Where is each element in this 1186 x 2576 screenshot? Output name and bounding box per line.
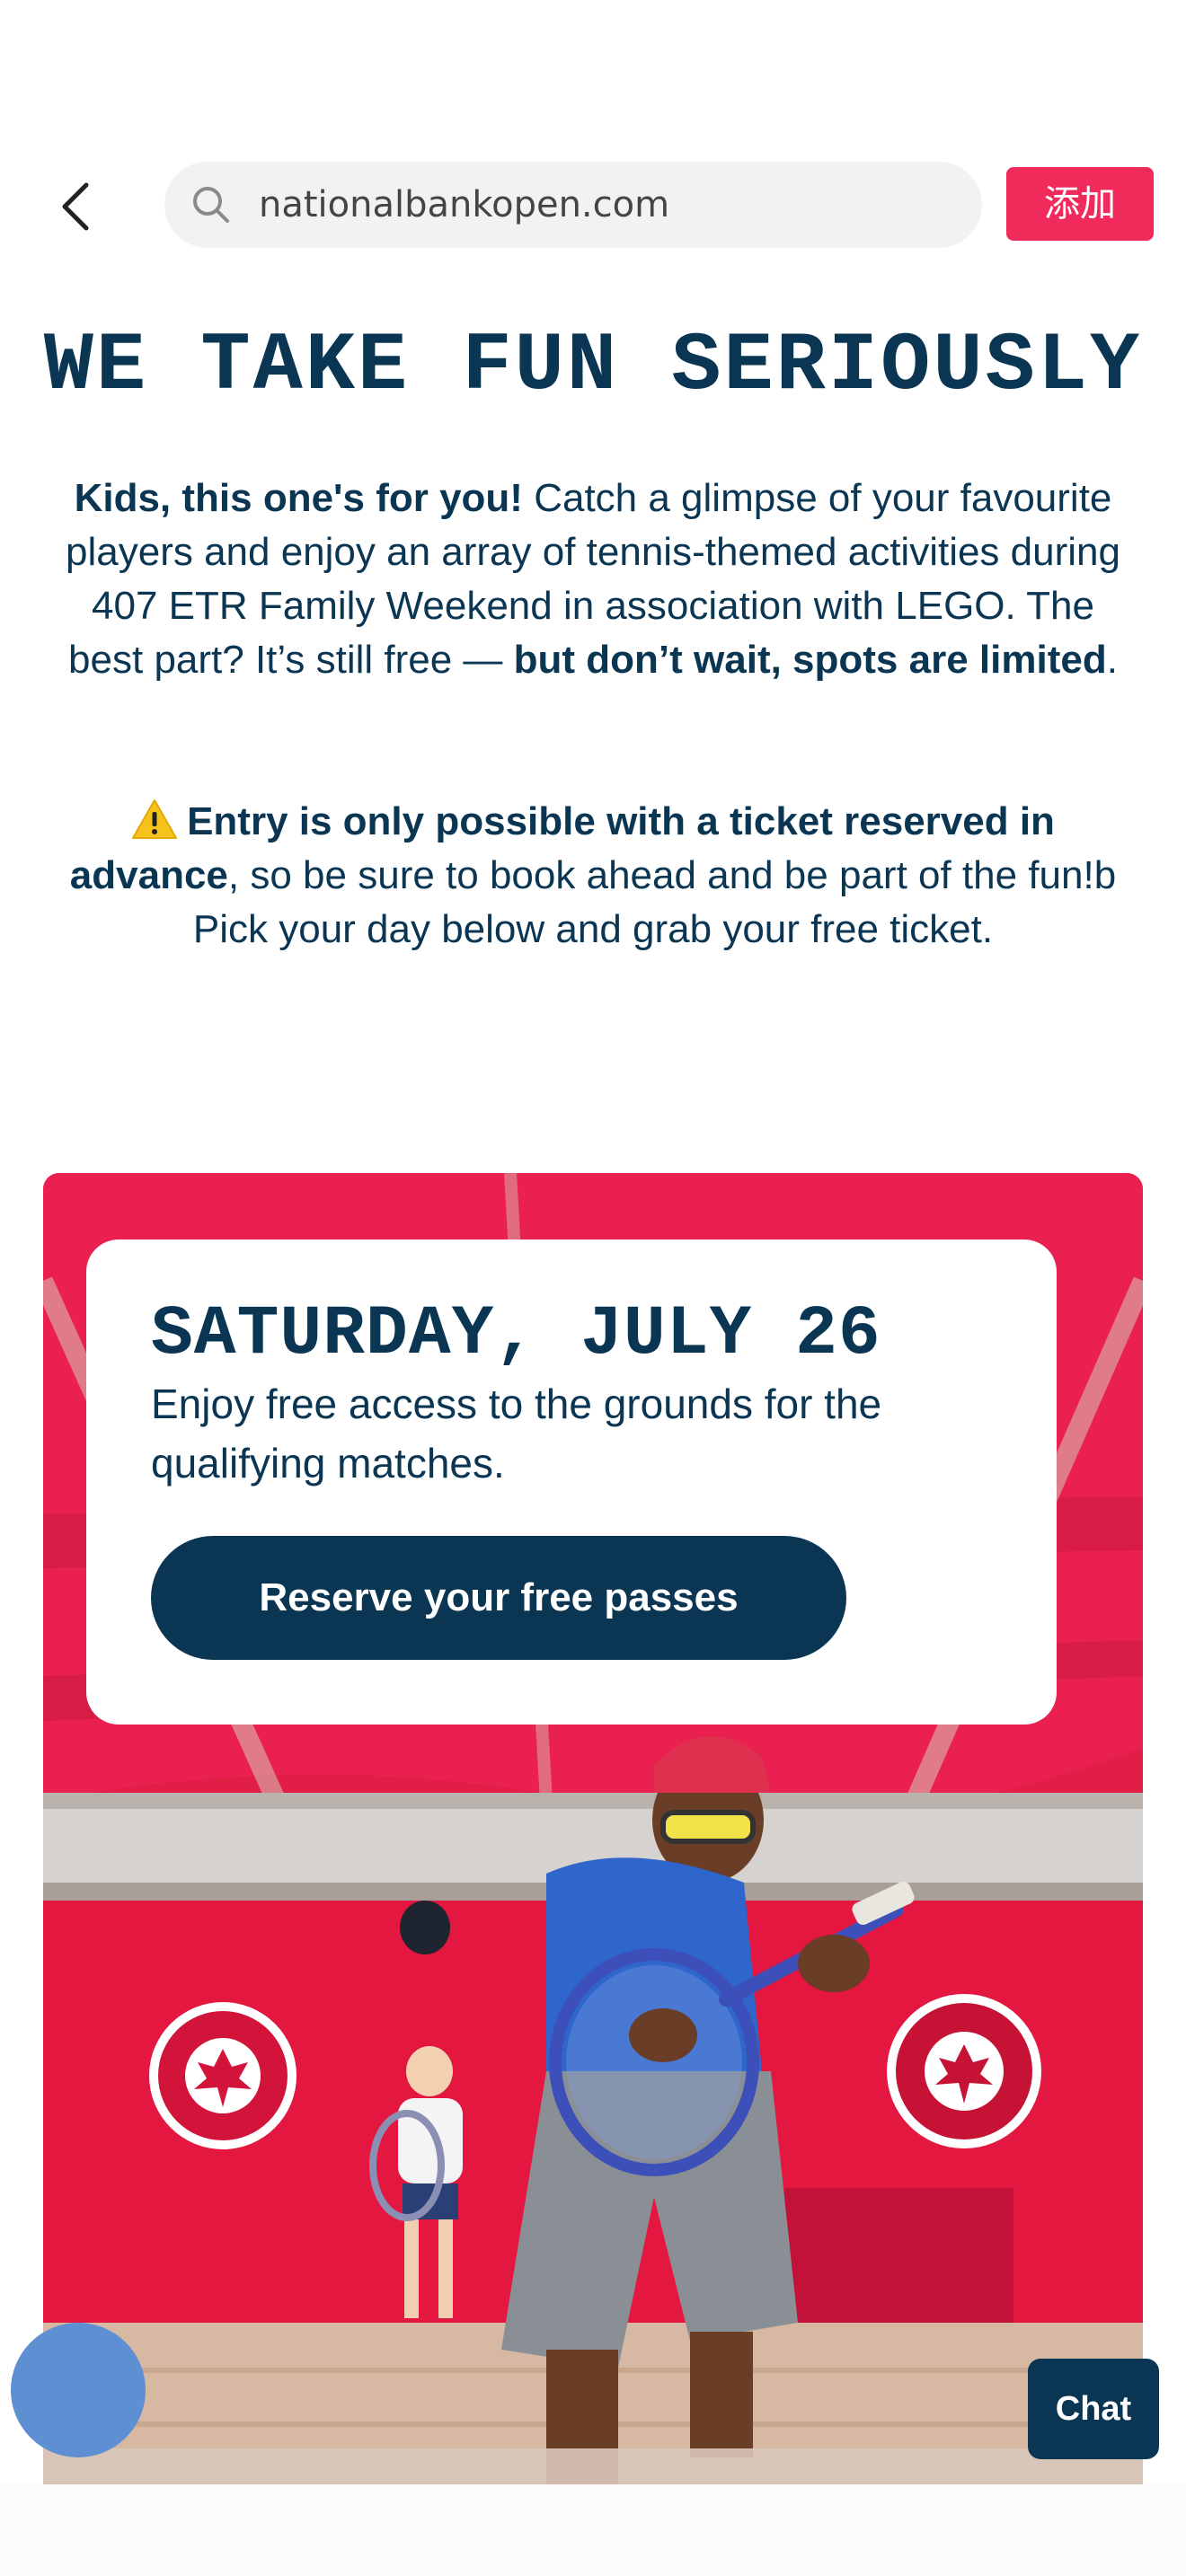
page-bottom [0,2484,1186,2576]
chat-button[interactable]: Chat [1028,2359,1159,2459]
intro-bold-limited: but don’t wait, spots are limited [513,638,1107,682]
event-description: Enjoy free access to the grounds for the… [151,1381,882,1486]
back-arrow-icon [62,182,89,231]
ticket-notice: Entry is only possible with a ticket res… [54,795,1132,957]
address-bar[interactable]: nationalbankopen.com [164,162,982,248]
url-text: nationalbankopen.com [259,184,670,225]
warning-icon [132,799,178,839]
event-panel: SATURDAY, JULY 26 Enjoy free access to t… [43,1173,1143,2484]
tennis-canada-logo [149,2002,296,2149]
event-date: SATURDAY, JULY 26 [151,1295,881,1374]
intro-paragraph: Kids, this one's for you! Catch a glimps… [54,472,1132,687]
browser-top-bar: nationalbankopen.com 添加 [0,0,1186,269]
search-icon [193,187,229,223]
back-button[interactable] [50,174,101,239]
intro-period: . [1106,638,1118,682]
add-button[interactable]: 添加 [1006,167,1154,241]
intro-bold-lead: Kids, this one's for you! [74,476,523,520]
page-title: WE TAKE FUN SERIOUSLY [43,319,1143,413]
event-info-card: SATURDAY, JULY 26 Enjoy free access to t… [86,1239,1057,1725]
tennis-canada-logo [887,1994,1041,2148]
reserve-passes-button[interactable]: Reserve your free passes [151,1536,846,1660]
notice-text: , so be sure to book ahead and be part o… [192,853,1117,951]
floating-action-button[interactable] [11,2323,146,2457]
